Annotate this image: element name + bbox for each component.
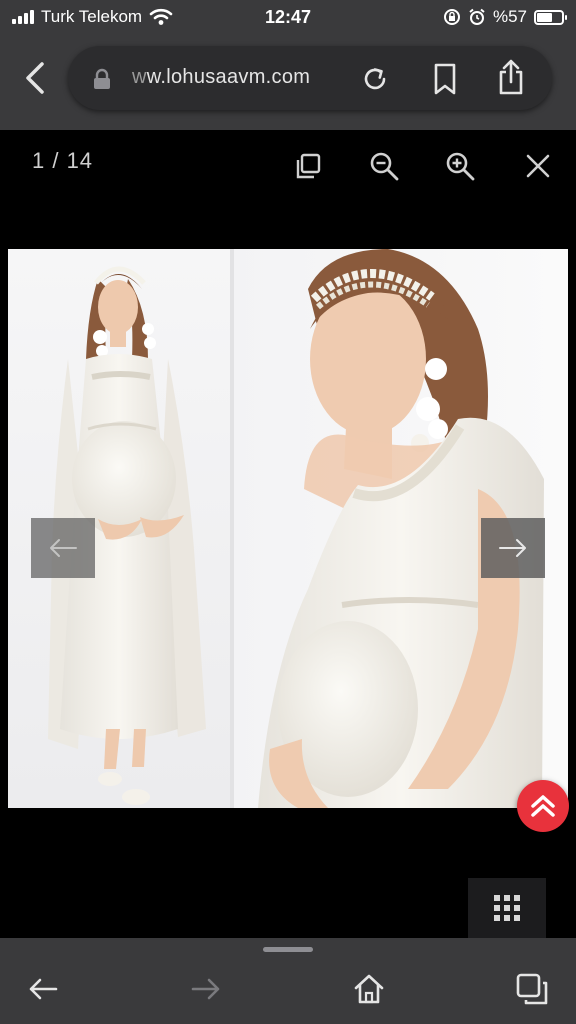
- grid-icon: [494, 895, 520, 921]
- rotation-lock-icon: [443, 9, 460, 25]
- url-main: w.lohusaavm.com: [146, 66, 311, 88]
- chevron-up-icon: [531, 795, 555, 817]
- image-counter: 1 / 14: [32, 148, 94, 173]
- home-icon[interactable]: [352, 972, 386, 1006]
- thumbnails-grid-button[interactable]: [468, 878, 546, 938]
- lock-icon: [94, 68, 110, 89]
- signal-icon: [12, 10, 34, 24]
- back-arrow-icon[interactable]: [26, 972, 60, 1006]
- drag-handle[interactable]: [263, 947, 313, 952]
- tabs-icon[interactable]: [515, 972, 549, 1006]
- zoom-in-icon[interactable]: [444, 150, 476, 182]
- reload-icon[interactable]: [360, 64, 390, 94]
- arrow-left-icon: [50, 539, 77, 557]
- back-icon[interactable]: [18, 58, 52, 98]
- prev-image-button[interactable]: [31, 518, 95, 578]
- address-bar[interactable]: ww.lohusaavm.com: [68, 46, 552, 110]
- browser-toolbar: ww.lohusaavm.com: [0, 34, 576, 130]
- scroll-to-top-button[interactable]: [517, 780, 569, 832]
- forward-arrow-icon[interactable]: [189, 972, 223, 1006]
- browser-bottom-bar: [0, 938, 576, 1024]
- share-icon[interactable]: [494, 58, 528, 96]
- carrier-name: Turk Telekom: [41, 7, 143, 26]
- close-icon[interactable]: [522, 150, 554, 182]
- viewer-toolbar: 1 / 14: [0, 130, 576, 210]
- zoom-out-icon[interactable]: [368, 150, 400, 182]
- bookmark-icon[interactable]: [430, 62, 460, 96]
- next-image-button[interactable]: [481, 518, 545, 578]
- arrow-right-icon: [499, 539, 526, 557]
- battery-percent: %57: [492, 7, 527, 26]
- wifi-icon: [149, 8, 173, 25]
- battery-icon: [534, 9, 567, 25]
- url-text[interactable]: ww.lohusaavm.com: [132, 66, 310, 89]
- url-faded: w: [132, 66, 147, 88]
- copy-icon[interactable]: [292, 150, 324, 182]
- alarm-icon: [469, 8, 485, 25]
- status-bar: Turk Telekom 12:47 %57: [0, 0, 576, 34]
